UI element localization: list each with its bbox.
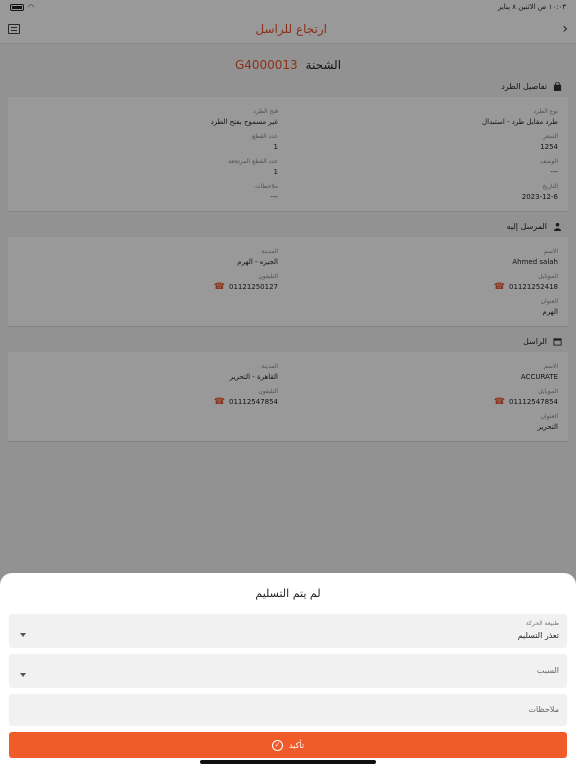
notes-placeholder: ملاحظات bbox=[528, 705, 559, 714]
not-delivered-sheet: لم يتم التسليم طبيعة الحركة تعذر التسليم… bbox=[0, 573, 576, 768]
movement-type-label: طبيعة الحركة bbox=[525, 620, 559, 627]
reason-select[interactable]: السبب bbox=[9, 654, 567, 688]
notes-input[interactable]: ملاحظات bbox=[9, 694, 567, 726]
confirm-button[interactable]: تأكيد ✓ bbox=[9, 732, 567, 758]
dropdown-arrow-icon bbox=[20, 633, 26, 637]
home-indicator bbox=[200, 760, 376, 764]
confirm-label: تأكيد bbox=[288, 740, 305, 750]
movement-type-value: تعذر التسليم bbox=[517, 631, 559, 640]
movement-type-select[interactable]: طبيعة الحركة تعذر التسليم bbox=[9, 614, 567, 648]
dropdown-arrow-icon bbox=[20, 673, 26, 677]
reason-placeholder: السبب bbox=[536, 666, 559, 675]
check-circle-icon: ✓ bbox=[271, 739, 283, 751]
sheet-title: لم يتم التسليم bbox=[255, 587, 321, 600]
